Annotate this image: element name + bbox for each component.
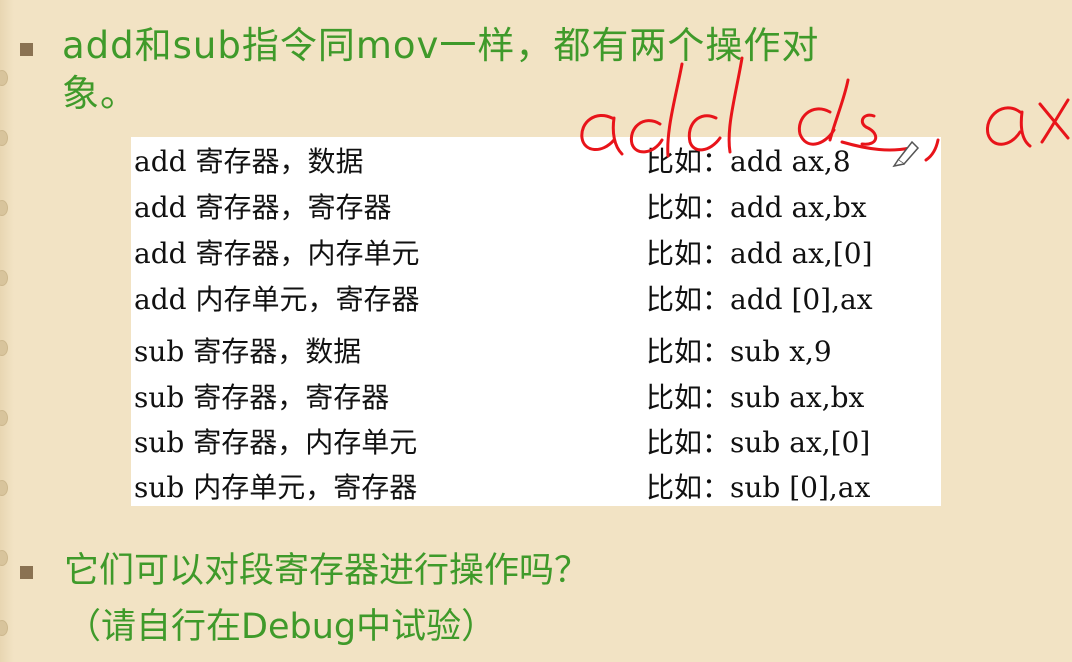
bullet2-question: 它们可以对段寄存器进行操作吗？ [64,551,590,591]
bullet2-note: （请自行在Debug中试验） [66,607,497,647]
bullet-square-icon [20,566,33,579]
